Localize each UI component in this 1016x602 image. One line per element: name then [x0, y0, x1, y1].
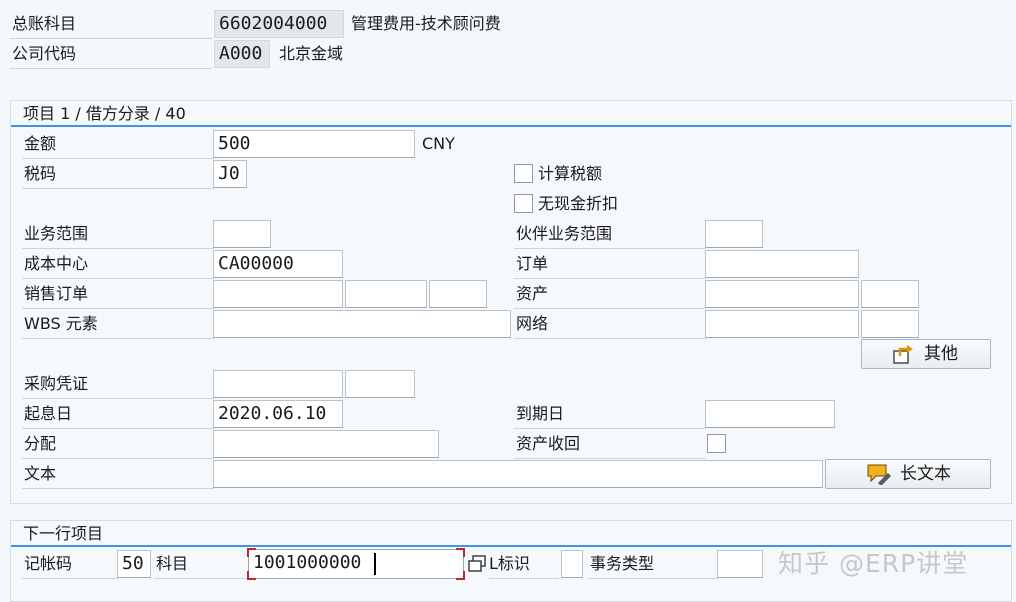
gl-account-value: 6602004000	[214, 10, 344, 38]
purchase-document-item-input[interactable]	[345, 370, 415, 398]
wbs-element-input[interactable]	[213, 310, 511, 338]
company-code-description: 北京金域	[279, 44, 344, 63]
asset-label: 资产	[514, 280, 706, 309]
posting-key-label: 记帐码	[22, 550, 118, 579]
export-arrow-icon	[892, 343, 916, 365]
special-gl-indicator-input[interactable]	[561, 550, 583, 578]
order-input[interactable]	[705, 250, 859, 278]
company-code-label: 公司代码	[10, 40, 212, 69]
more-button[interactable]: 其他	[861, 339, 991, 369]
amount-input[interactable]: 500	[213, 130, 415, 158]
purchase-document-input[interactable]	[213, 370, 343, 398]
asset-input[interactable]	[705, 280, 859, 308]
network-label: 网络	[514, 310, 706, 339]
asset-retirement-checkbox[interactable]	[707, 434, 726, 453]
sales-order-schedule-input[interactable]	[429, 280, 487, 308]
tax-code-label: 税码	[22, 160, 214, 189]
order-label: 订单	[514, 250, 706, 279]
calculate-tax-checkbox[interactable]	[514, 164, 533, 183]
value-date-input[interactable]: 2020.06.10	[213, 400, 343, 428]
special-gl-indicator-label: L标识	[489, 550, 559, 579]
asset-retirement-label: 资产收回	[514, 430, 706, 459]
cost-center-label: 成本中心	[22, 250, 214, 279]
wbs-element-label: WBS 元素	[22, 310, 214, 339]
due-date-input[interactable]	[705, 400, 835, 428]
no-cash-discount-label: 无现金折扣	[538, 194, 619, 213]
transaction-type-input[interactable]	[717, 550, 763, 578]
value-help-icon[interactable]	[468, 555, 488, 573]
network-activity-input[interactable]	[861, 310, 919, 338]
business-area-input[interactable]	[213, 220, 271, 248]
speech-bubble-pen-icon	[866, 463, 892, 486]
next-item-group-title: 下一行项目	[23, 524, 104, 543]
posting-key-input[interactable]: 50	[117, 550, 151, 578]
more-button-label: 其他	[924, 344, 958, 364]
item-group-rule	[11, 125, 1011, 127]
transaction-type-label: 事务类型	[588, 550, 718, 579]
due-date-label: 到期日	[514, 400, 706, 429]
partner-business-area-input[interactable]	[705, 220, 763, 248]
text-input[interactable]	[213, 460, 823, 488]
sales-order-input[interactable]	[213, 280, 343, 308]
network-input[interactable]	[705, 310, 859, 338]
long-text-button-label: 长文本	[900, 464, 951, 484]
calculate-tax-label: 计算税额	[538, 164, 603, 183]
item-group-title: 项目 1 / 借方分录 / 40	[23, 104, 186, 123]
account-input[interactable]: 1001000000	[248, 549, 464, 579]
no-cash-discount-checkbox[interactable]	[514, 194, 533, 213]
asset-subnumber-input[interactable]	[861, 280, 919, 308]
company-code-value: A000	[214, 40, 270, 68]
long-text-button[interactable]: 长文本	[825, 459, 991, 489]
tax-code-input[interactable]: J0	[213, 160, 247, 188]
watermark: 知乎 @ERP讲堂	[778, 549, 969, 578]
currency-label: CNY	[422, 134, 455, 153]
account-label: 科目	[154, 550, 248, 579]
assignment-input[interactable]	[213, 430, 439, 458]
gl-account-label: 总账科目	[10, 10, 212, 39]
gl-account-description: 管理费用-技术顾问费	[351, 14, 501, 33]
sales-order-label: 销售订单	[22, 280, 214, 309]
purchase-document-label: 采购凭证	[22, 370, 214, 399]
sales-order-item-input[interactable]	[345, 280, 427, 308]
business-area-label: 业务范围	[22, 220, 214, 249]
amount-label: 金额	[22, 130, 214, 159]
assignment-label: 分配	[22, 430, 214, 459]
text-cursor	[374, 553, 376, 575]
value-date-label: 起息日	[22, 400, 214, 429]
text-label: 文本	[22, 460, 214, 489]
partner-business-area-label: 伙伴业务范围	[514, 220, 706, 249]
cost-center-input[interactable]: CA00000	[213, 250, 343, 278]
